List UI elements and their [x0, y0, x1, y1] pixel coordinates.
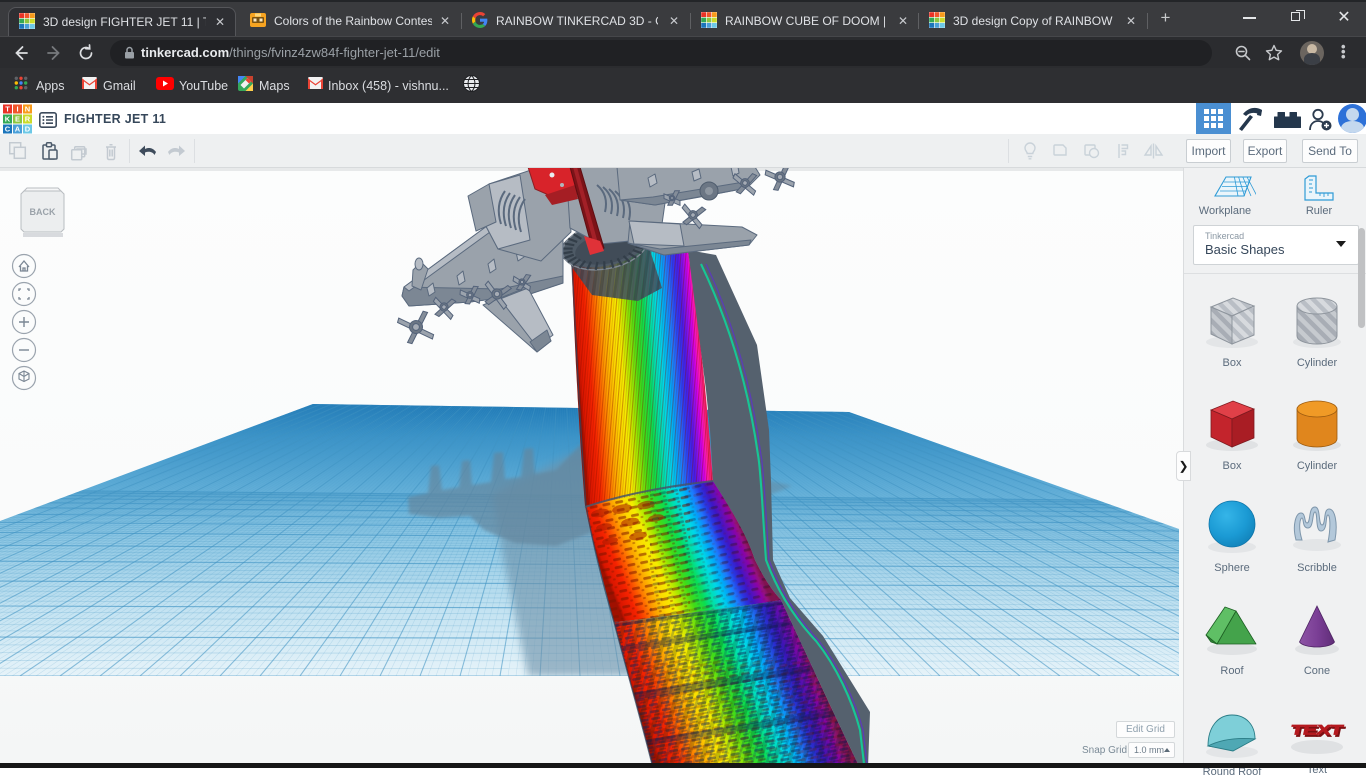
svg-text:D: D — [25, 125, 31, 134]
svg-text:BACK: BACK — [30, 207, 56, 217]
svg-text:R: R — [25, 115, 31, 124]
svg-text:C: C — [5, 125, 11, 134]
svg-text:E: E — [15, 115, 20, 124]
svg-text:K: K — [5, 115, 11, 124]
svg-text:T: T — [5, 105, 10, 114]
svg-text:I: I — [16, 105, 18, 114]
svg-text:A: A — [15, 125, 21, 134]
svg-text:N: N — [25, 105, 30, 114]
svg-text:TEXT: TEXT — [1289, 722, 1344, 737]
